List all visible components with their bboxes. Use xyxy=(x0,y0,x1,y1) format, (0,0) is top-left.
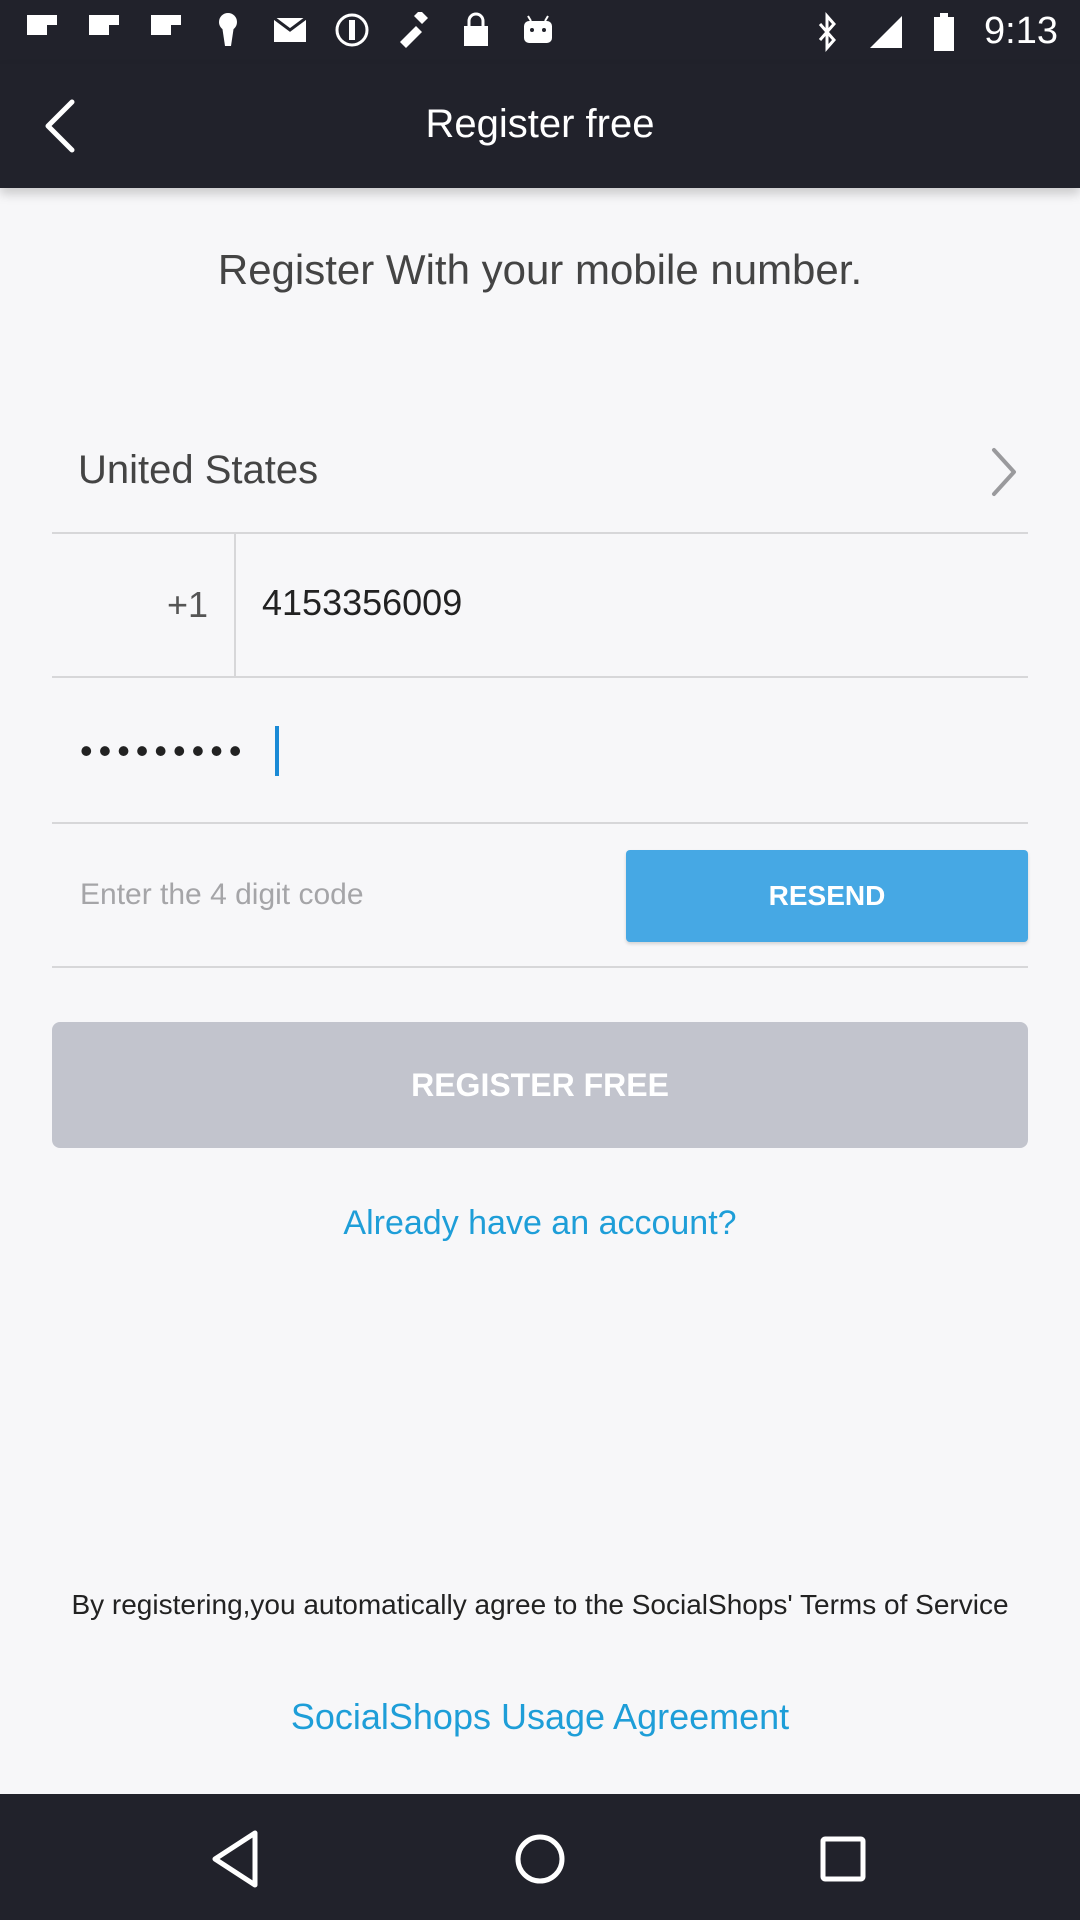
text-cursor xyxy=(275,726,279,776)
status-time: 9:13 xyxy=(984,10,1058,52)
country-selector[interactable]: United States xyxy=(52,414,1028,534)
notification-icons xyxy=(24,12,556,48)
flipboard-icon xyxy=(24,12,60,48)
nav-back-button[interactable] xyxy=(197,1819,277,1899)
mail-icon xyxy=(272,12,308,48)
battery-icon xyxy=(926,12,962,51)
verification-row: RESEND xyxy=(52,824,1028,968)
app-toolbar: Register free xyxy=(0,64,1080,188)
status-bar: 9:13 xyxy=(0,0,1080,64)
already-have-account-link[interactable]: Already have an account? xyxy=(0,1204,1080,1243)
navigation-bar xyxy=(0,1794,1080,1920)
nav-home-button[interactable] xyxy=(500,1819,580,1899)
form-subtitle: Register With your mobile number. xyxy=(217,246,863,293)
country-label: United States xyxy=(78,448,319,492)
fake-gps-icon xyxy=(396,12,432,48)
password-row xyxy=(52,678,1028,824)
lock-icon xyxy=(458,12,494,48)
flipboard-icon xyxy=(86,12,122,48)
register-free-button[interactable]: REGISTER FREE xyxy=(52,1022,1028,1148)
resend-button[interactable]: RESEND xyxy=(626,850,1028,942)
terms-text: By registering,you automatically agree t… xyxy=(71,1589,1009,1620)
country-code: +1 xyxy=(166,584,208,625)
page-title: Register free xyxy=(425,102,655,146)
usage-agreement-link[interactable]: SocialShops Usage Agreement xyxy=(0,1696,1080,1738)
verification-code-input[interactable] xyxy=(78,866,582,924)
country-code-box: +1 xyxy=(52,534,236,676)
bluetooth-icon xyxy=(810,11,846,52)
nav-back-icon xyxy=(212,1830,258,1888)
signal-icon xyxy=(868,14,904,50)
nav-recents-button[interactable] xyxy=(803,1819,883,1899)
phone-number-input[interactable] xyxy=(260,572,984,634)
data-saver-icon xyxy=(334,12,370,48)
flipboard-icon xyxy=(148,12,184,48)
nav-home-icon xyxy=(515,1834,565,1884)
android-icon xyxy=(520,12,556,48)
nav-recents-icon xyxy=(820,1836,866,1882)
phone-row: +1 xyxy=(52,534,1028,678)
chevron-right-icon xyxy=(992,448,1016,496)
keyhole-icon xyxy=(210,12,246,48)
password-input[interactable] xyxy=(78,718,982,784)
